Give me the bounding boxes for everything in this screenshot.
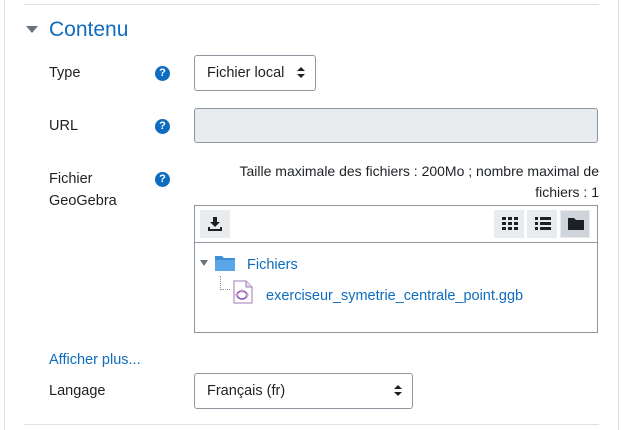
type-select[interactable]: Fichier local <box>194 55 316 91</box>
file-label-line2: GeoGebra <box>49 193 117 209</box>
url-input <box>194 108 598 143</box>
show-more-link[interactable]: Afficher plus... <box>49 352 141 368</box>
folder-icon <box>215 256 235 271</box>
section-title[interactable]: Contenu <box>49 18 128 42</box>
download-button[interactable] <box>200 210 230 238</box>
help-icon[interactable]: ? <box>155 66 170 81</box>
language-label: Langage <box>49 383 106 399</box>
select-caret-icon <box>297 67 305 79</box>
select-caret-icon <box>394 385 402 397</box>
url-label: URL <box>49 118 79 134</box>
language-select-value: Français (fr) <box>207 383 286 399</box>
geogebra-file-icon <box>233 280 253 304</box>
file-link[interactable]: exerciseur_symetrie_centrale_point.ggb <box>266 288 523 304</box>
file-manager: Fichiers exerciseur_symetrie_centrale_po… <box>194 205 598 333</box>
grid-view-icon <box>502 217 518 230</box>
type-select-value: Fichier local <box>207 65 285 81</box>
max-size-line1: Taille maximale des fichiers : 200Mo ; n… <box>239 163 599 179</box>
file-manager-toolbar <box>195 206 597 243</box>
max-size-info: Taille maximale des fichiers : 200Mo ; n… <box>194 161 599 203</box>
folder-view-button[interactable] <box>560 210 590 238</box>
list-view-icon <box>535 217 551 230</box>
language-select[interactable]: Français (fr) <box>194 373 413 409</box>
tree-connector <box>220 276 230 290</box>
max-size-line2: fichiers : 1 <box>535 184 599 200</box>
tree-toggle-icon[interactable] <box>200 260 208 266</box>
divider <box>24 424 599 425</box>
caret-down-icon[interactable] <box>26 26 38 33</box>
type-label: Type <box>49 65 81 81</box>
download-icon <box>208 217 222 231</box>
help-icon[interactable]: ? <box>155 119 170 134</box>
help-icon[interactable]: ? <box>155 172 170 187</box>
folder-link[interactable]: Fichiers <box>247 257 298 273</box>
list-view-button[interactable] <box>527 210 557 238</box>
folder-view-icon <box>568 218 584 230</box>
file-label-line1: Fichier <box>49 171 93 187</box>
divider <box>24 4 599 5</box>
grid-view-button[interactable] <box>494 210 524 238</box>
